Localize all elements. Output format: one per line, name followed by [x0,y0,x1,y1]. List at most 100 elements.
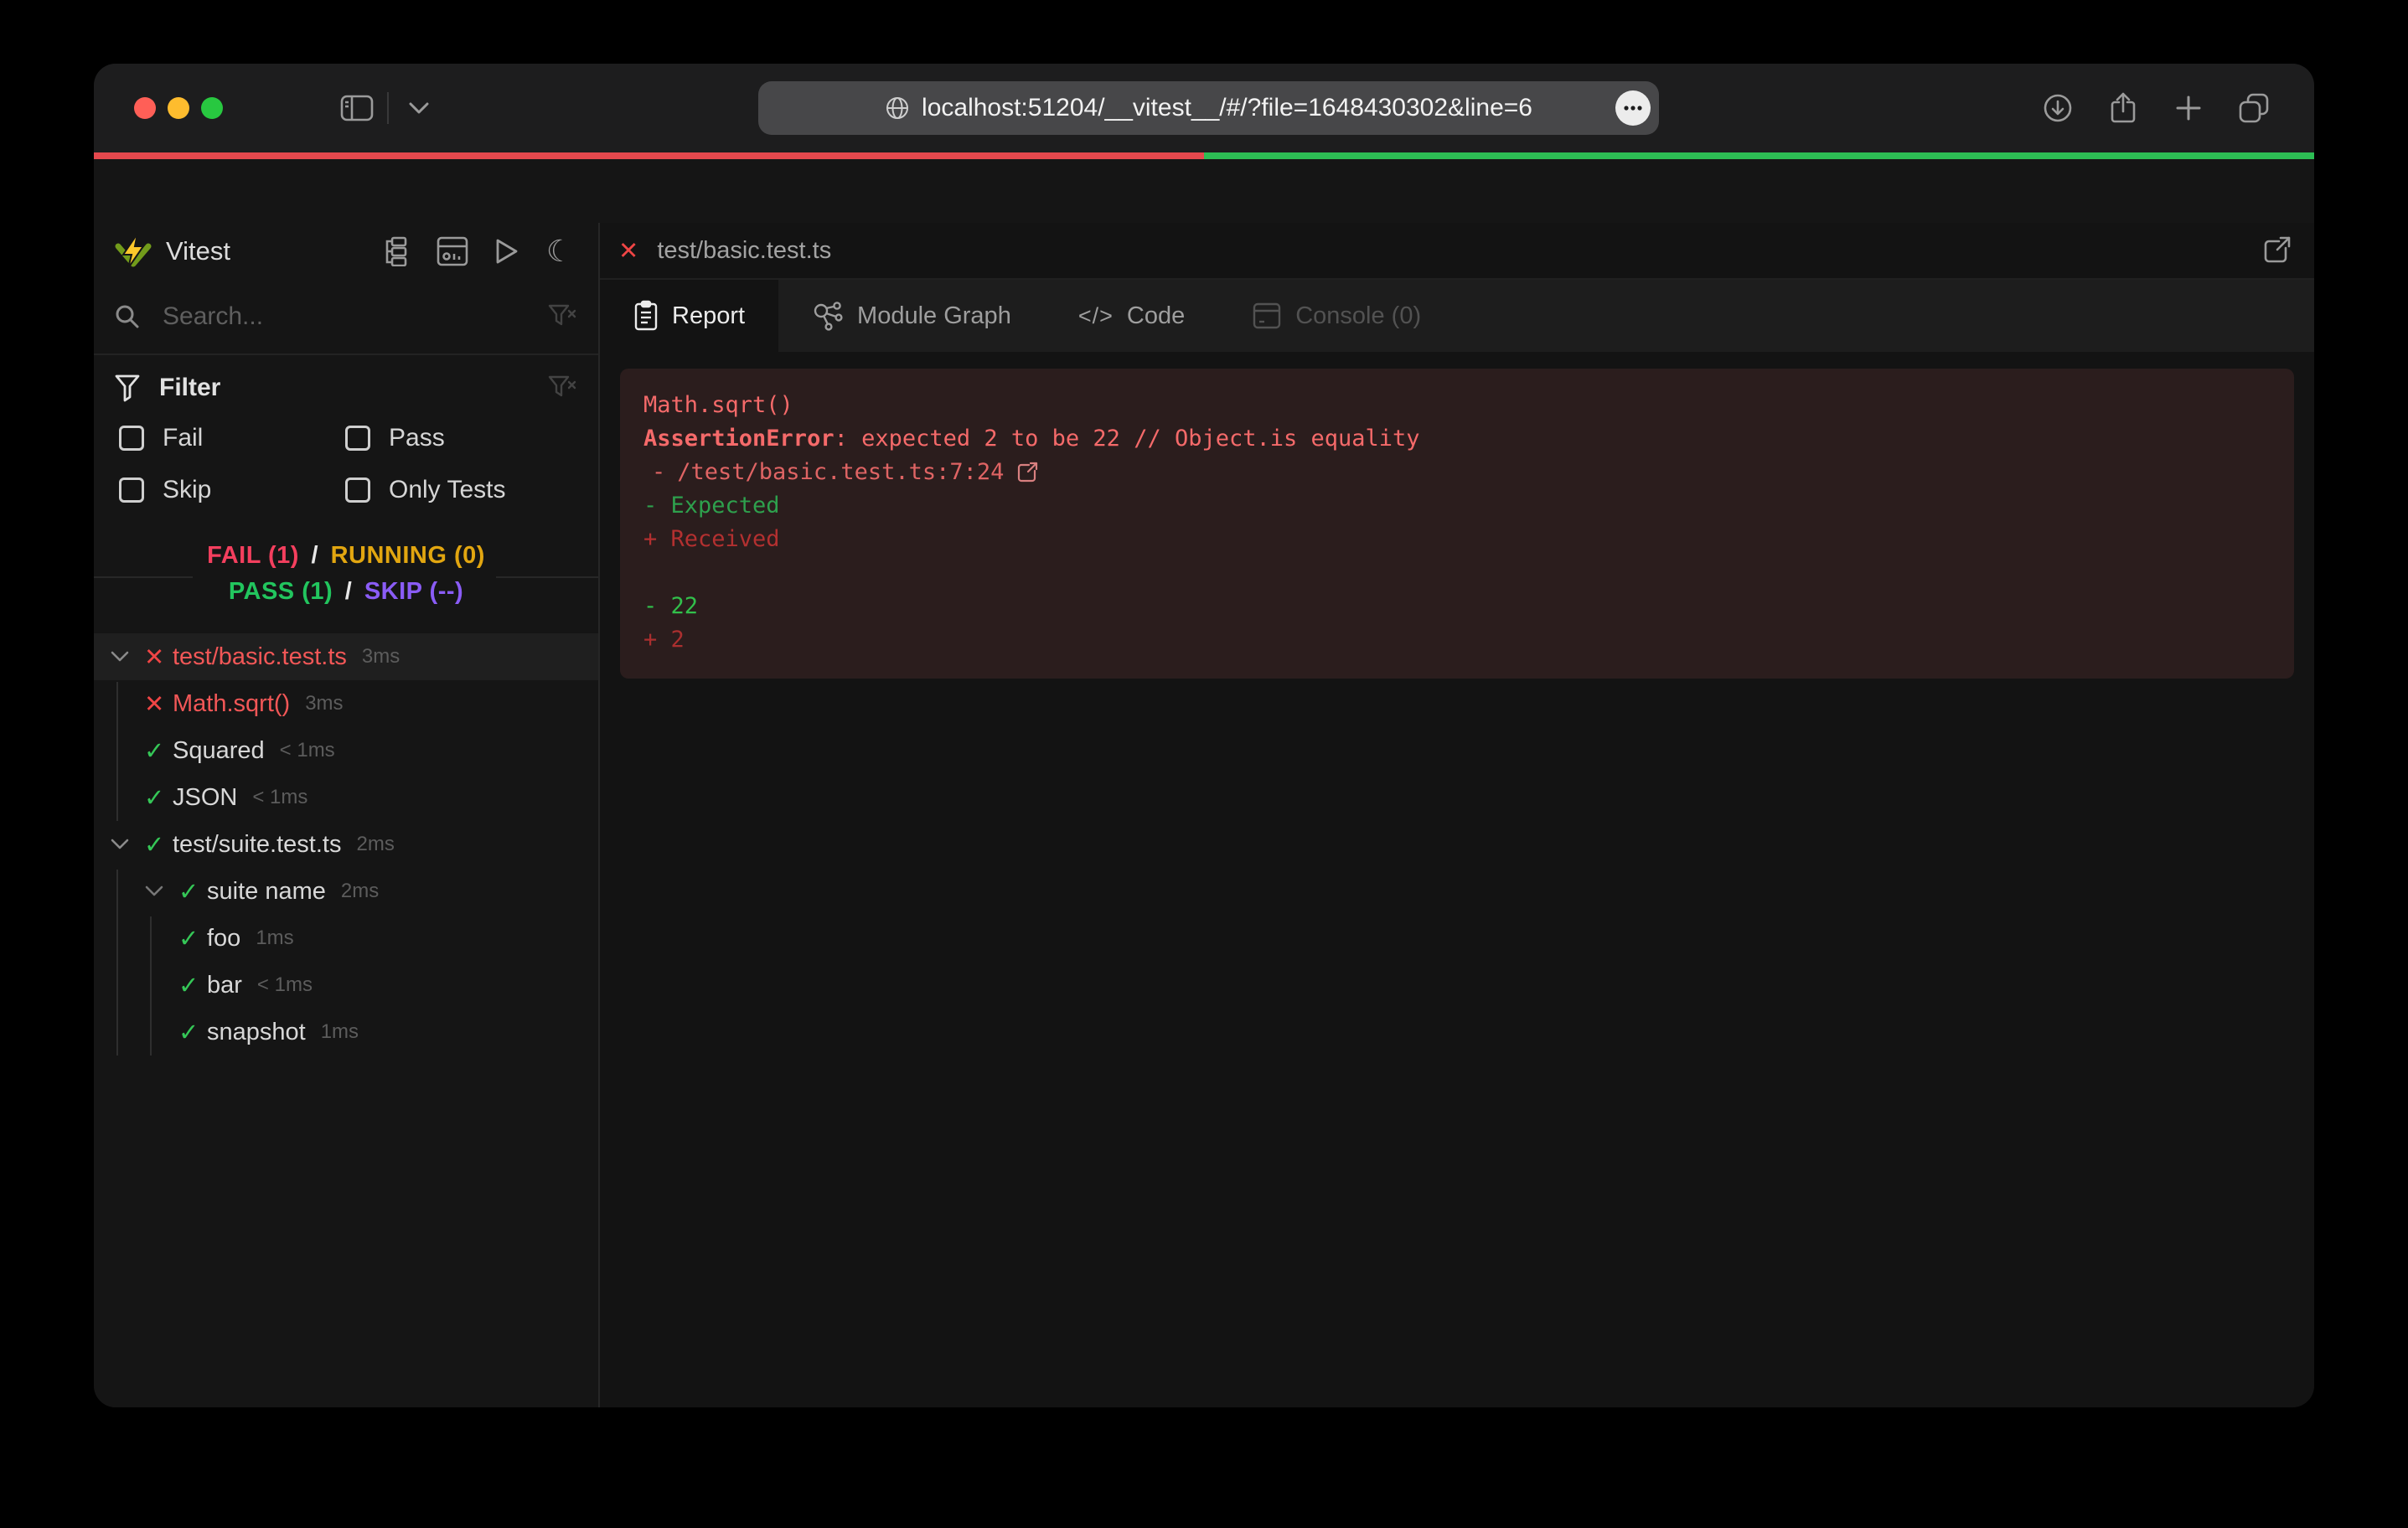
failed-test-name: Math.sqrt() [643,389,2271,422]
diff-expected-label: - Expected [643,489,2271,523]
brand-title: Vitest [166,236,230,266]
tab-code[interactable]: </> Code [1045,280,1218,352]
chevron-down-icon[interactable] [402,91,436,125]
fail-count: FAIL (1) [207,542,299,569]
module-graph-icon [812,300,844,332]
tree-item-label: Squared [173,737,265,765]
filter-icon [114,374,141,402]
progress-pass-segment [1204,152,2314,159]
filter-option-only-tests[interactable]: Only Tests [340,476,576,504]
tab-console[interactable]: Console (0) [1218,280,1455,352]
expand-tree-icon[interactable] [382,235,416,268]
only-tests-checkbox[interactable] [345,478,370,503]
tree-item-duration: 2ms [341,880,379,903]
tree-row-suite-test[interactable]: ✓ test/suite.test.ts 2ms [94,821,598,868]
tree-row-suite-name[interactable]: ✓ suite name 2ms [94,868,598,915]
tree-item-duration: 2ms [356,833,394,856]
filter-option-fail[interactable]: Fail [114,424,340,452]
sidebar-toggle-icon[interactable] [340,91,374,125]
brand: Vitest [114,232,230,271]
fail-icon: ✕ [144,643,173,672]
filter-option-skip[interactable]: Skip [114,476,340,504]
tree-row-math-sqrt[interactable]: ✕ Math.sqrt() 3ms [94,680,598,727]
running-count: RUNNING (0) [331,542,485,569]
more-options-button[interactable] [1615,90,1651,126]
tab-overview-icon[interactable] [2237,91,2271,125]
sidebar: Vitest [94,223,598,1407]
tree-row-snapshot[interactable]: ✓ snapshot 1ms [94,1009,598,1056]
tree-item-label: JSON [173,784,237,812]
open-file-name: test/basic.test.ts [657,237,831,265]
tree-row-squared[interactable]: ✓ Squared < 1ms [94,727,598,774]
address-bar[interactable]: localhost:51204/__vitest__/#/?file=16484… [758,81,1659,135]
pass-icon: ✓ [178,971,207,1000]
close-button[interactable] [134,97,156,119]
chevron-down-icon[interactable] [144,885,178,897]
chevron-down-icon[interactable] [110,839,144,850]
skip-count: SKIP (--) [364,578,463,605]
pass-icon: ✓ [144,736,173,766]
tree-item-label: bar [207,972,242,999]
pass-icon: ✓ [144,830,173,860]
tree-item-label: snapshot [207,1019,306,1046]
tree-item-duration: 1ms [321,1020,359,1044]
test-summary: FAIL (1) / RUNNING (0) PASS (1) / SKIP (… [94,531,598,622]
assertion-error-line: AssertionError: expected 2 to be 22 // O… [643,422,2271,456]
tree-item-label: test/basic.test.ts [173,643,347,671]
filter-option-pass[interactable]: Pass [340,424,576,452]
progress-fail-segment [94,152,1204,159]
fail-checkbox[interactable] [119,426,144,451]
clear-filter-icon[interactable] [548,374,576,401]
filter-label: Skip [163,476,211,504]
run-all-icon[interactable] [489,235,523,268]
tree-row-basic-test[interactable]: ✕ test/basic.test.ts 3ms [94,633,598,680]
search-icon [114,303,141,330]
dashboard-icon[interactable] [436,235,469,268]
browser-window: localhost:51204/__vitest__/#/?file=16484… [94,64,2314,1407]
tree-item-label: test/suite.test.ts [173,831,341,859]
new-tab-icon[interactable] [2172,91,2205,125]
search-bar [94,280,598,355]
pass-checkbox[interactable] [345,426,370,451]
stack-location[interactable]: /test/basic.test.ts:7:24 [677,456,1004,489]
traffic-lights [134,97,223,119]
code-icon: </> [1078,303,1114,329]
tree-row-bar[interactable]: ✓ bar < 1ms [94,962,598,1009]
filter-section: Filter Fail Pass [94,355,598,509]
tree-item-duration: 1ms [256,927,293,950]
open-in-editor-icon[interactable] [2261,235,2292,266]
tree-item-duration: < 1ms [252,786,307,809]
pass-count: PASS (1) [229,578,333,605]
pass-icon: ✓ [178,1018,207,1047]
filter-label: Pass [389,424,445,452]
tab-label: Report [672,302,745,330]
share-icon[interactable] [2106,91,2140,125]
minimize-button[interactable] [168,97,189,119]
pass-icon: ✓ [144,783,173,813]
open-location-icon[interactable] [1015,461,1039,484]
view-tabs: Report Module Graph </> Code [600,280,2314,352]
chevron-down-icon[interactable] [110,651,144,663]
test-progress-bar [94,152,2314,159]
tree-row-json[interactable]: ✓ JSON < 1ms [94,774,598,821]
file-header: ✕ test/basic.test.ts [600,223,2314,280]
diff-received-value: + 2 [643,623,2271,657]
tree-row-foo[interactable]: ✓ foo 1ms [94,915,598,962]
zoom-button[interactable] [201,97,223,119]
tab-module-graph[interactable]: Module Graph [778,280,1045,352]
tree-item-duration: < 1ms [280,739,335,762]
clear-search-filter-icon[interactable] [548,303,576,330]
tab-label: Module Graph [857,302,1011,330]
tab-report[interactable]: Report [600,280,778,352]
sidebar-header: Vitest [94,223,598,280]
main-panel: ✕ test/basic.test.ts [600,223,2314,1407]
test-tree: ✕ test/basic.test.ts 3ms ✕ Math.sqrt() 3… [94,633,598,1056]
browser-toolbar: localhost:51204/__vitest__/#/?file=16484… [94,64,2314,152]
skip-checkbox[interactable] [119,478,144,503]
fail-icon: ✕ [144,689,173,719]
dark-mode-icon[interactable]: ☾ [543,235,576,268]
tree-item-label: Math.sqrt() [173,690,290,718]
search-input[interactable] [163,302,526,331]
diff-expected-value: - 22 [643,590,2271,623]
downloads-icon[interactable] [2041,91,2075,125]
